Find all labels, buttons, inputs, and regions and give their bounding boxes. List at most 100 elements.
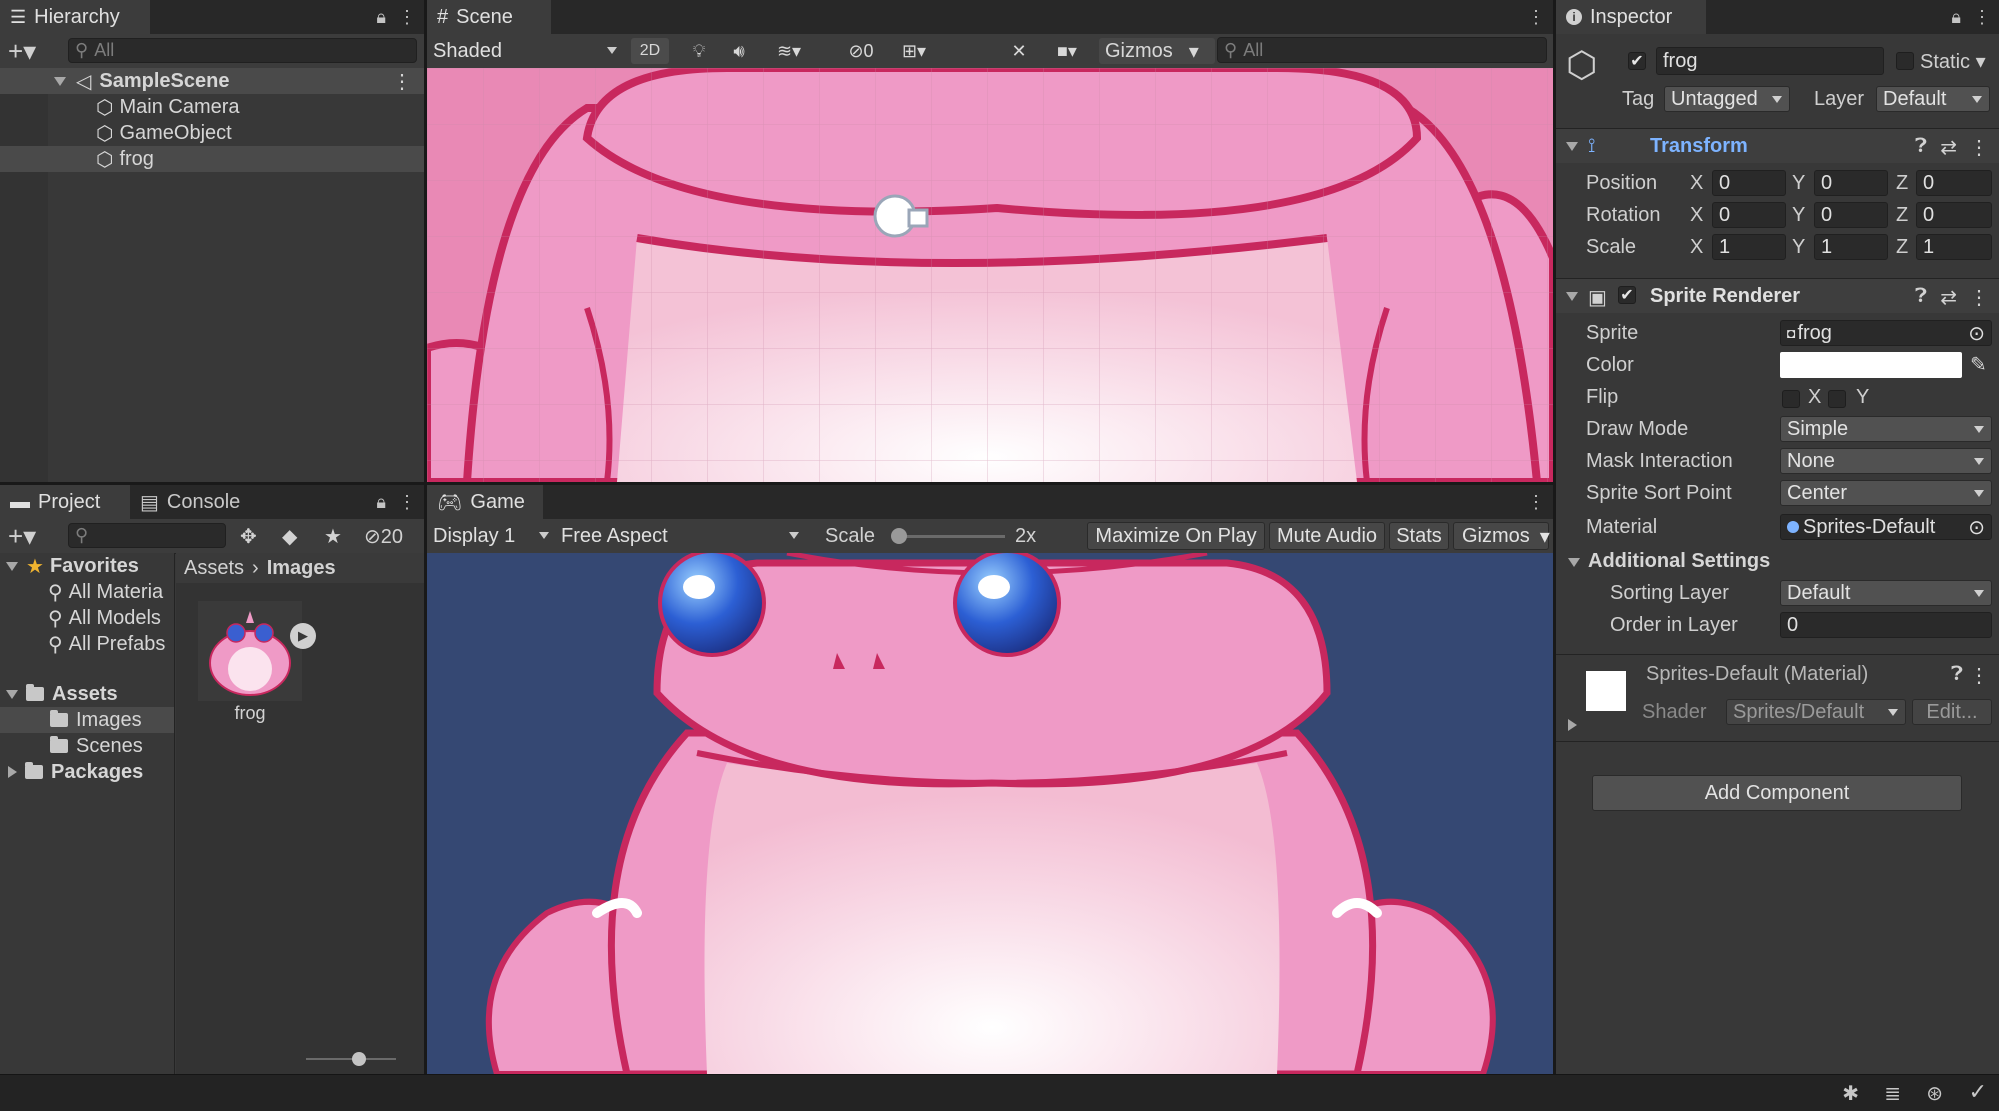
help-icon[interactable]: ❓︎ [1951, 663, 1963, 686]
presets-icon[interactable]: ⇄ [1940, 135, 1957, 160]
thumbnail-size-slider[interactable] [306, 1044, 424, 1074]
object-picker-icon[interactable]: ⊙ [1968, 321, 1985, 346]
folder-images[interactable]: Images [0, 707, 174, 733]
shader-dropdown[interactable]: Sprites/Default [1726, 699, 1906, 725]
scale-slider-track[interactable] [895, 535, 1005, 538]
tab-console[interactable]: ▤ Console [130, 485, 270, 519]
static-dropdown[interactable]: Static ▾ [1920, 49, 1986, 74]
flip-x-checkbox[interactable] [1782, 390, 1800, 408]
packages-folder-row[interactable]: Packages [0, 759, 174, 785]
favorite-all-materials[interactable]: ⚲ All Materia [0, 579, 174, 605]
expand-icon[interactable] [8, 766, 17, 778]
rotation-x-field[interactable]: 0 [1712, 202, 1786, 228]
hierarchy-search-input[interactable]: ⚲ All [68, 38, 417, 63]
scene-search-input[interactable]: ⚲ All [1217, 37, 1547, 63]
scale-z-field[interactable]: 1 [1916, 234, 1992, 260]
favorite-all-prefabs[interactable]: ⚲ All Prefabs [0, 631, 174, 657]
collapse-icon[interactable] [54, 76, 66, 86]
scene-viewport[interactable] [427, 68, 1553, 482]
cache-server-icon[interactable]: ≣ [1884, 1081, 1901, 1106]
color-field[interactable] [1780, 352, 1962, 378]
mask-interaction-dropdown[interactable]: None [1780, 448, 1992, 474]
flip-y-checkbox[interactable] [1828, 390, 1846, 408]
breadcrumb-assets[interactable]: Assets [184, 557, 244, 580]
maximize-on-play-button[interactable]: Maximize On Play [1087, 522, 1265, 550]
shading-mode-dropdown[interactable]: Shaded [433, 38, 621, 64]
gizmos-dropdown[interactable]: Gizmos ▾ [1099, 38, 1215, 64]
sprite-renderer-enabled-checkbox[interactable]: ✔ [1618, 286, 1636, 304]
create-button[interactable]: +▾ [8, 521, 36, 552]
stats-button[interactable]: Stats [1389, 522, 1449, 550]
more-icon[interactable]: ⋮ [1969, 663, 1989, 688]
2d-toggle-button[interactable]: 2D [631, 38, 669, 64]
tab-game[interactable]: 🎮︎ Game [427, 485, 543, 519]
order-in-layer-field[interactable]: 0 [1780, 612, 1992, 638]
lock-icon[interactable]: 🔒︎ [376, 492, 386, 513]
hierarchy-item-gameobject[interactable]: ⬡ GameObject [0, 120, 424, 146]
scale-slider-thumb[interactable] [891, 528, 907, 544]
collapse-icon[interactable] [6, 689, 18, 699]
asset-item-frog[interactable]: ▶ frog [198, 601, 316, 723]
hidden-packages-icon[interactable]: ⊘20 [364, 524, 403, 549]
tab-project[interactable]: ▬ Project [0, 485, 138, 519]
filter-by-label-icon[interactable]: ◆ [282, 524, 297, 549]
object-picker-icon[interactable]: ⊙ [1968, 515, 1985, 540]
static-checkbox[interactable] [1896, 52, 1914, 70]
more-icon[interactable]: ⋮ [1973, 7, 1991, 28]
draw-mode-dropdown[interactable]: Simple [1780, 416, 1992, 442]
folder-scenes[interactable]: Scenes [0, 733, 174, 759]
effects-toggle-icon[interactable]: ≋▾ [767, 38, 811, 64]
tools-icon[interactable]: ✕ [1005, 38, 1033, 64]
more-icon[interactable]: ⋮ [392, 69, 412, 94]
assets-folder-row[interactable]: Assets [0, 681, 174, 707]
collapse-icon[interactable] [1566, 142, 1578, 151]
camera-settings-icon[interactable]: ■▾ [1045, 38, 1089, 64]
favorites-row[interactable]: ★ Favorites [0, 553, 174, 579]
gameobject-cube-icon[interactable]: ⬡ [1566, 44, 1597, 86]
help-icon[interactable]: ❓︎ [1915, 135, 1927, 158]
grid-toggle-icon[interactable]: ⊞▾ [889, 38, 939, 64]
more-icon[interactable]: ⋮ [1527, 492, 1545, 513]
game-gizmos-button[interactable]: Gizmos ▾ [1453, 522, 1550, 550]
position-x-field[interactable]: 0 [1712, 170, 1786, 196]
collapse-icon[interactable] [6, 561, 18, 571]
hierarchy-item-frog[interactable]: ⬡ frog [0, 146, 424, 172]
create-button[interactable]: +▾ [8, 36, 36, 67]
display-dropdown[interactable]: Display 1 [433, 523, 551, 549]
scene-row[interactable]: ◁ SampleScene ⋮ [0, 68, 424, 94]
material-object-field[interactable]: Sprites-Default ⊙ [1780, 514, 1992, 540]
audio-toggle-icon[interactable]: 🔊︎ [725, 38, 753, 64]
slider-thumb[interactable] [352, 1052, 366, 1066]
favorite-all-models[interactable]: ⚲ All Models [0, 605, 174, 631]
rotation-z-field[interactable]: 0 [1916, 202, 1992, 228]
network-icon[interactable]: ⊛ [1926, 1081, 1943, 1106]
filter-by-type-icon[interactable]: ✥ [240, 524, 257, 549]
status-ok-icon[interactable]: ✓ [1969, 1079, 1987, 1105]
tag-dropdown[interactable]: Untagged [1664, 86, 1790, 112]
game-viewport[interactable] [427, 553, 1553, 1074]
tab-hierarchy[interactable]: ☰ Hierarchy [0, 0, 150, 34]
lock-icon[interactable]: 🔒︎ [376, 7, 386, 28]
debug-bug-icon[interactable]: ✱ [1842, 1081, 1859, 1106]
breadcrumb-images[interactable]: Images [267, 557, 336, 580]
presets-icon[interactable]: ⇄ [1940, 285, 1957, 310]
expand-icon[interactable] [1568, 719, 1577, 731]
mute-audio-button[interactable]: Mute Audio [1269, 522, 1385, 550]
favorite-star-icon[interactable]: ★ [324, 524, 342, 549]
tab-scene[interactable]: # Scene [427, 0, 551, 34]
shader-edit-button[interactable]: Edit... [1912, 699, 1992, 725]
project-search-input[interactable]: ⚲ [68, 523, 226, 548]
collapse-icon[interactable] [1566, 292, 1578, 301]
more-icon[interactable]: ⋮ [398, 492, 416, 513]
hidden-objects-icon[interactable]: ⊘ 0 [841, 38, 881, 64]
more-icon[interactable]: ⋮ [1969, 135, 1989, 160]
object-name-field[interactable]: frog [1656, 47, 1884, 75]
help-icon[interactable]: ❓︎ [1915, 285, 1927, 308]
additional-settings-foldout[interactable]: Additional Settings [1556, 548, 1999, 576]
transform-header[interactable]: ⟟ Transform ❓︎ ⇄ ⋮ [1556, 128, 1999, 163]
rotation-y-field[interactable]: 0 [1814, 202, 1888, 228]
more-icon[interactable]: ⋮ [1527, 7, 1545, 28]
sprite-renderer-header[interactable]: ▣ ✔ Sprite Renderer ❓︎ ⇄ ⋮ [1556, 278, 1999, 313]
collapse-icon[interactable] [1568, 558, 1580, 567]
more-icon[interactable]: ⋮ [398, 7, 416, 28]
